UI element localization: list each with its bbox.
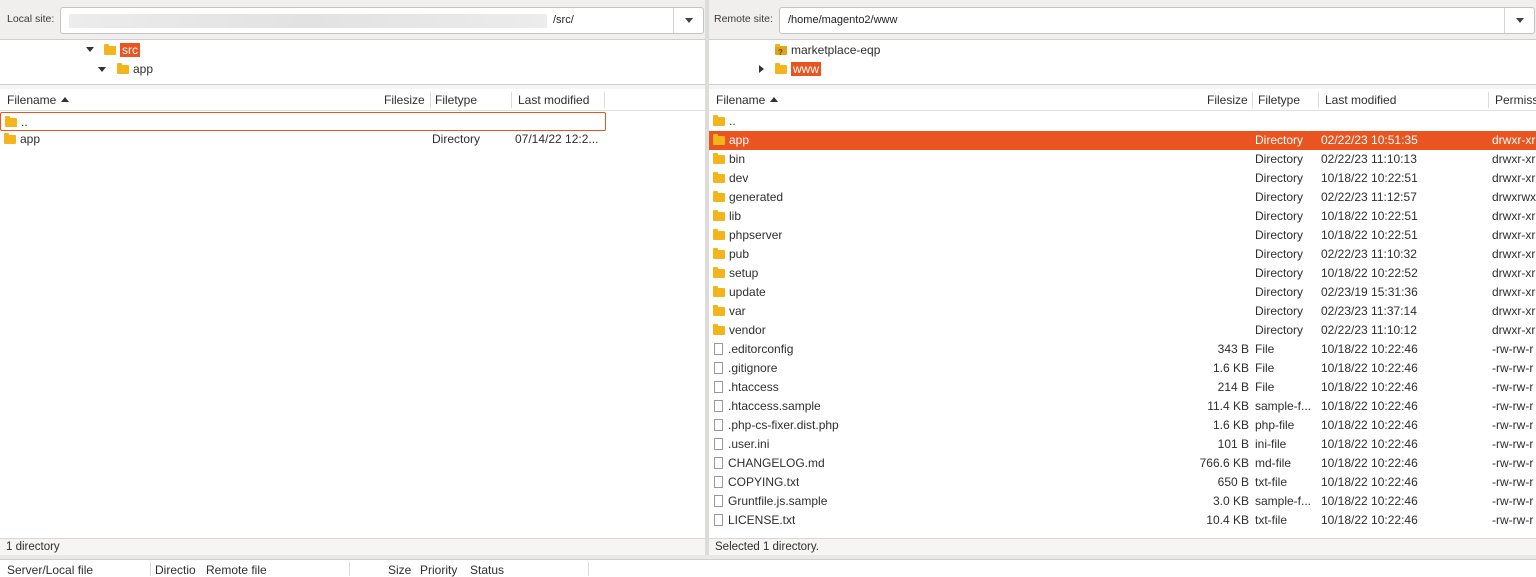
table-row[interactable]: Gruntfile.js.sample 3.0 KB sample-f... 10/1… <box>709 492 1536 511</box>
column-filesize[interactable]: Filesize <box>384 93 425 107</box>
list-item[interactable]: .. <box>0 112 606 131</box>
folder-icon <box>713 324 725 335</box>
column-filetype[interactable]: Filetype <box>1258 93 1300 107</box>
collapse-arrow-icon[interactable] <box>759 65 764 73</box>
folder-icon <box>713 267 725 278</box>
table-row[interactable]: CHANGELOG.md 766.6 KB md-file 10/18/22 10:2… <box>709 454 1536 473</box>
folder-icon <box>713 153 725 164</box>
file-icon <box>714 400 723 412</box>
remote-site-combo[interactable]: /home/magento2/www <box>779 7 1535 34</box>
table-row[interactable]: pub Directory 02/22/23 11:10:32 drwxr-xr <box>709 245 1536 264</box>
remote-file-list[interactable]: Filename Filesize Filetype Last modified… <box>709 89 1536 538</box>
column-last-modified[interactable]: Last modified <box>518 93 589 107</box>
folder-icon <box>713 229 725 240</box>
file-icon <box>714 438 723 450</box>
table-row[interactable]: COPYING.txt 650 Btxt-file 10/18/22 10:22:4… <box>709 473 1536 492</box>
local-file-list[interactable]: Filename Filesize Filetype Last modified… <box>0 89 705 538</box>
column-filename[interactable]: Filename <box>7 93 70 107</box>
table-row[interactable]: bin Directory 02/22/23 11:10:13 drwxr-xr <box>709 150 1536 169</box>
folder-icon <box>4 133 16 144</box>
sort-ascending-icon <box>770 97 779 102</box>
expand-arrow-icon[interactable] <box>98 67 106 72</box>
tree-node-www[interactable]: www <box>775 60 821 78</box>
table-row[interactable]: phpserver Directory 10/18/22 10:22:51 drwxr… <box>709 226 1536 245</box>
unknown-folder-icon <box>775 44 787 62</box>
file-icon <box>714 495 723 507</box>
table-row[interactable]: setup Directory 10/18/22 10:22:52 drwxr-xr <box>709 264 1536 283</box>
local-site-bar: Local site: /src/ <box>0 0 705 40</box>
remote-path: /home/magento2/www <box>788 14 898 26</box>
table-row[interactable]: app Directory 02/22/23 10:51:35 drwxr-xr <box>709 131 1536 150</box>
queue-column-remote-file[interactable]: Remote file <box>206 563 267 577</box>
file-icon <box>714 457 723 469</box>
remote-pane: Remote site: /home/magento2/www marketpl… <box>709 0 1536 555</box>
local-list-header: Filename Filesize Filetype Last modified <box>0 89 705 111</box>
table-row[interactable]: generated Directory 02/22/23 11:12:57 drwxr… <box>709 188 1536 207</box>
list-item[interactable]: app Directory 07/14/22 12:2... <box>0 130 606 149</box>
folder-icon <box>104 44 116 55</box>
table-row[interactable]: var Directory 02/23/23 11:37:14 drwxr-xr <box>709 302 1536 321</box>
file-icon <box>714 514 723 526</box>
folder-icon <box>713 210 725 221</box>
chevron-down-icon[interactable] <box>673 8 703 33</box>
remote-list-header: Filename Filesize Filetype Last modified… <box>709 89 1536 111</box>
tree-node-app[interactable]: app <box>117 60 153 78</box>
sort-ascending-icon <box>61 97 70 102</box>
folder-icon <box>713 191 725 202</box>
column-permissions[interactable]: Permiss <box>1495 93 1536 107</box>
table-row[interactable]: .. <box>709 112 1536 131</box>
remote-site-bar: Remote site: /home/magento2/www <box>709 0 1536 40</box>
folder-icon <box>117 63 129 74</box>
queue-column-server-local-file[interactable]: Server/Local file <box>7 563 93 577</box>
folder-icon <box>775 63 787 74</box>
chevron-down-icon[interactable] <box>1504 8 1534 33</box>
file-icon <box>714 476 723 488</box>
remote-directory-tree[interactable]: marketplace-eqp www <box>709 40 1536 85</box>
file-icon <box>714 381 723 393</box>
folder-icon <box>713 286 725 297</box>
folder-icon <box>713 115 725 126</box>
column-filetype[interactable]: Filetype <box>435 93 477 107</box>
file-icon <box>714 362 723 374</box>
table-row[interactable]: vendor Directory 02/22/23 11:10:12 drwxr-xr <box>709 321 1536 340</box>
table-row[interactable]: .user.ini 101 Bini-file 10/18/22 10:22:46-… <box>709 435 1536 454</box>
remote-status-bar: Selected 1 directory. <box>709 538 1536 555</box>
folder-icon <box>5 116 17 127</box>
table-row[interactable]: LICENSE.txt 10.4 KB txt-file 10/18/22 10:22… <box>709 511 1536 530</box>
table-row[interactable]: dev Directory 10/18/22 10:22:51 drwxr-xr <box>709 169 1536 188</box>
folder-icon <box>713 134 725 145</box>
table-row[interactable]: .editorconfig 343 B File 10/18/22 10:22:46-… <box>709 340 1536 359</box>
folder-icon <box>713 172 725 183</box>
local-path-suffix: /src/ <box>553 14 574 26</box>
folder-icon <box>713 305 725 316</box>
tree-node-marketplace-eqp[interactable]: marketplace-eqp <box>775 41 880 62</box>
redacted-path <box>69 14 547 28</box>
tree-node-src[interactable]: src <box>104 41 140 59</box>
table-row[interactable]: .htaccess 214 B File 10/18/22 10:22:46 -rw-r… <box>709 378 1536 397</box>
column-filesize[interactable]: Filesize <box>1207 93 1248 107</box>
local-site-combo[interactable]: /src/ <box>60 7 704 34</box>
table-row[interactable]: .gitignore 1.6 KB File 10/18/22 10:22:46 -rw… <box>709 359 1536 378</box>
table-row[interactable]: .htaccess.sample 11.4 KB sample-f... 10/18/… <box>709 397 1536 416</box>
folder-icon <box>713 248 725 259</box>
file-icon <box>714 419 723 431</box>
queue-column-status[interactable]: Status <box>470 563 504 577</box>
local-status-bar: 1 directory <box>0 538 705 555</box>
queue-column-priority[interactable]: Priority <box>420 563 457 577</box>
remote-site-label: Remote site: <box>714 13 773 25</box>
expand-arrow-icon[interactable] <box>86 47 94 52</box>
local-directory-tree[interactable]: src app <box>0 40 705 85</box>
queue-column-direction[interactable]: Directio <box>155 563 196 577</box>
queue-column-size[interactable]: Size <box>388 563 411 577</box>
local-site-label: Local site: <box>7 13 55 25</box>
file-icon <box>714 343 723 355</box>
table-row[interactable]: lib Directory 10/18/22 10:22:51 drwxr-xr <box>709 207 1536 226</box>
column-last-modified[interactable]: Last modified <box>1325 93 1396 107</box>
column-filename[interactable]: Filename <box>716 93 779 107</box>
table-row[interactable]: .php-cs-fixer.dist.php 1.6 KB php-file 10/1… <box>709 416 1536 435</box>
table-row[interactable]: update Directory 02/23/19 15:31:36 drwxr-xr <box>709 283 1536 302</box>
transfer-queue: Server/Local file Directio Remote file S… <box>0 559 1536 577</box>
local-pane: Local site: /src/ src app Filename Files… <box>0 0 705 555</box>
